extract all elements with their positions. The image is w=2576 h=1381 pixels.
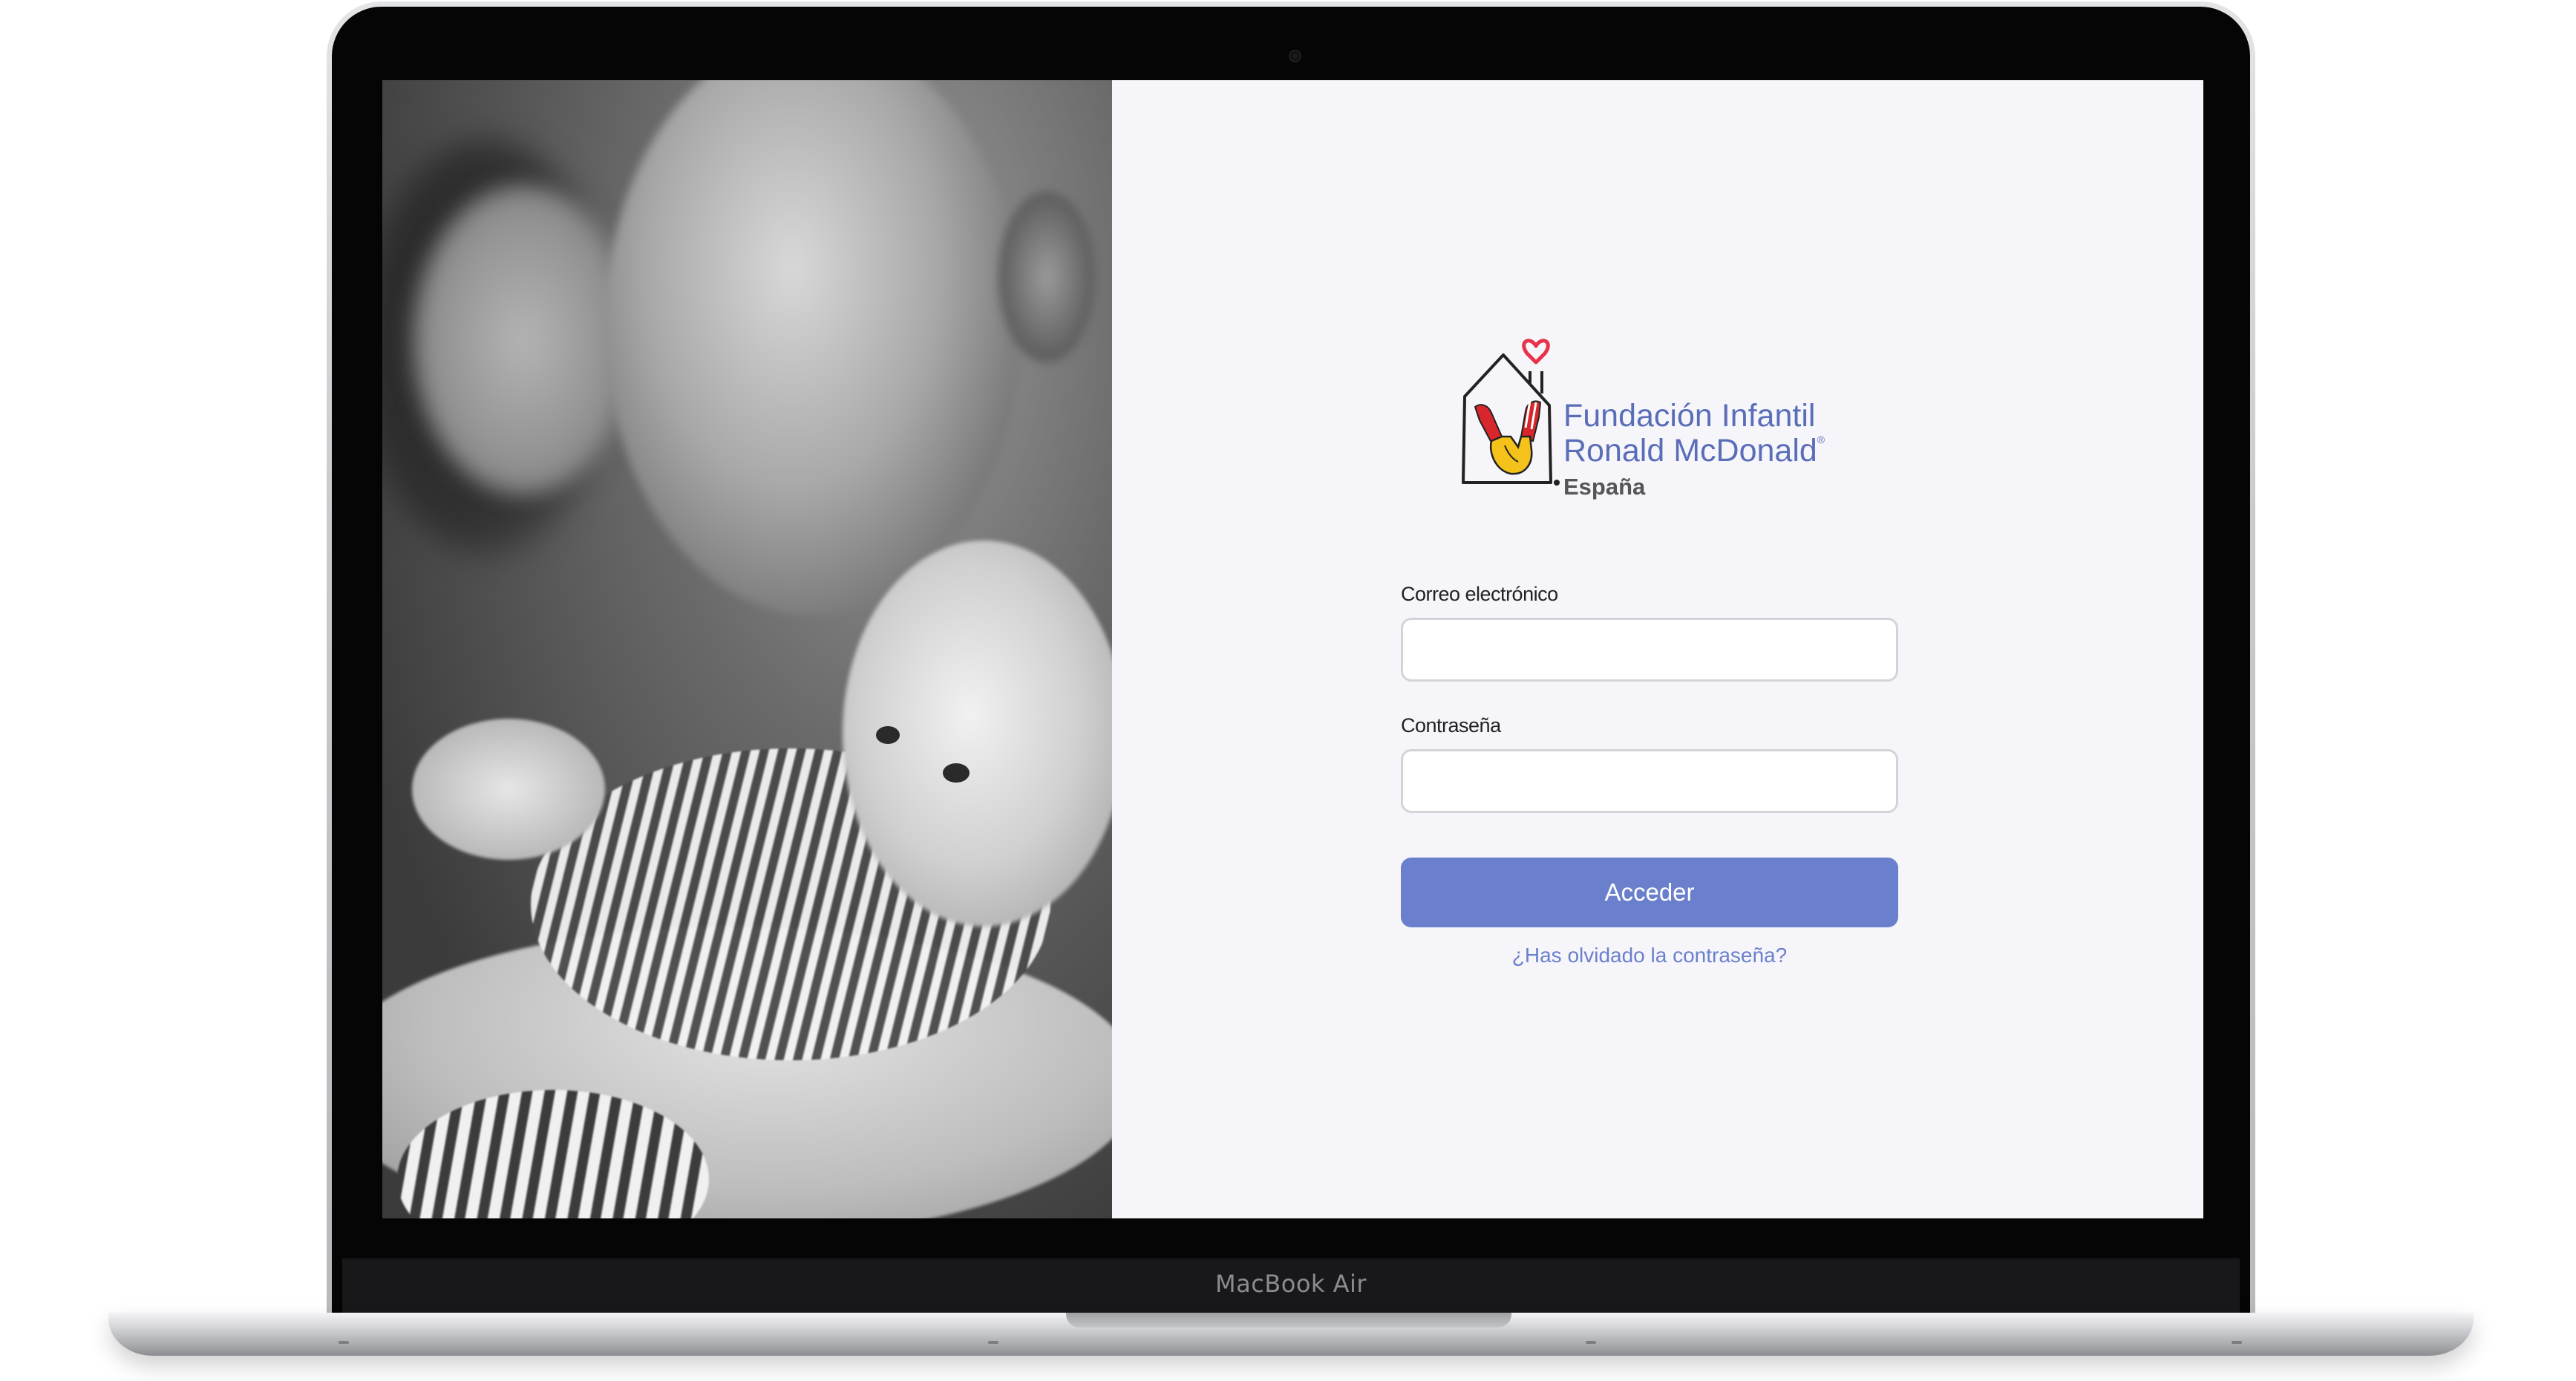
laptop-model-label: MacBook Air	[1215, 1270, 1367, 1298]
email-field[interactable]	[1401, 618, 1898, 682]
brand-name-line-1: Fundación Infantil	[1563, 398, 1816, 434]
house-hands-heart-icon	[1462, 339, 1560, 486]
registered-mark: ®	[1817, 434, 1825, 445]
login-form: Correo electrónico Contraseña Acceder ¿H…	[1401, 583, 1898, 967]
brand-country: España	[1563, 474, 1646, 500]
brand-name-line-2: Ronald McDonald®	[1563, 433, 1825, 469]
laptop-base	[108, 1313, 2474, 1356]
brand-name-text: Ronald McDonald	[1563, 433, 1817, 469]
forgot-password-link[interactable]: ¿Has olvidado la contraseña?	[1401, 944, 1898, 967]
laptop-chin: MacBook Air	[342, 1258, 2240, 1316]
password-label: Contraseña	[1401, 714, 1501, 737]
login-screen: Fundación Infantil Ronald McDonald® Espa…	[382, 80, 2203, 1218]
password-field[interactable]	[1401, 749, 1898, 813]
base-opening-notch	[1066, 1313, 1511, 1328]
page: MacBook Air Fundación Infantil Ronald Mc…	[0, 0, 2576, 1381]
brand-logo: Fundación Infantil Ronald McDonald® Espa…	[1459, 325, 1874, 511]
login-panel: Fundación Infantil Ronald McDonald® Espa…	[1112, 80, 2203, 1218]
webcam-icon	[1290, 51, 1300, 61]
email-label: Correo electrónico	[1401, 583, 1558, 605]
family-photo	[382, 80, 1112, 1218]
login-button[interactable]: Acceder	[1401, 858, 1898, 927]
